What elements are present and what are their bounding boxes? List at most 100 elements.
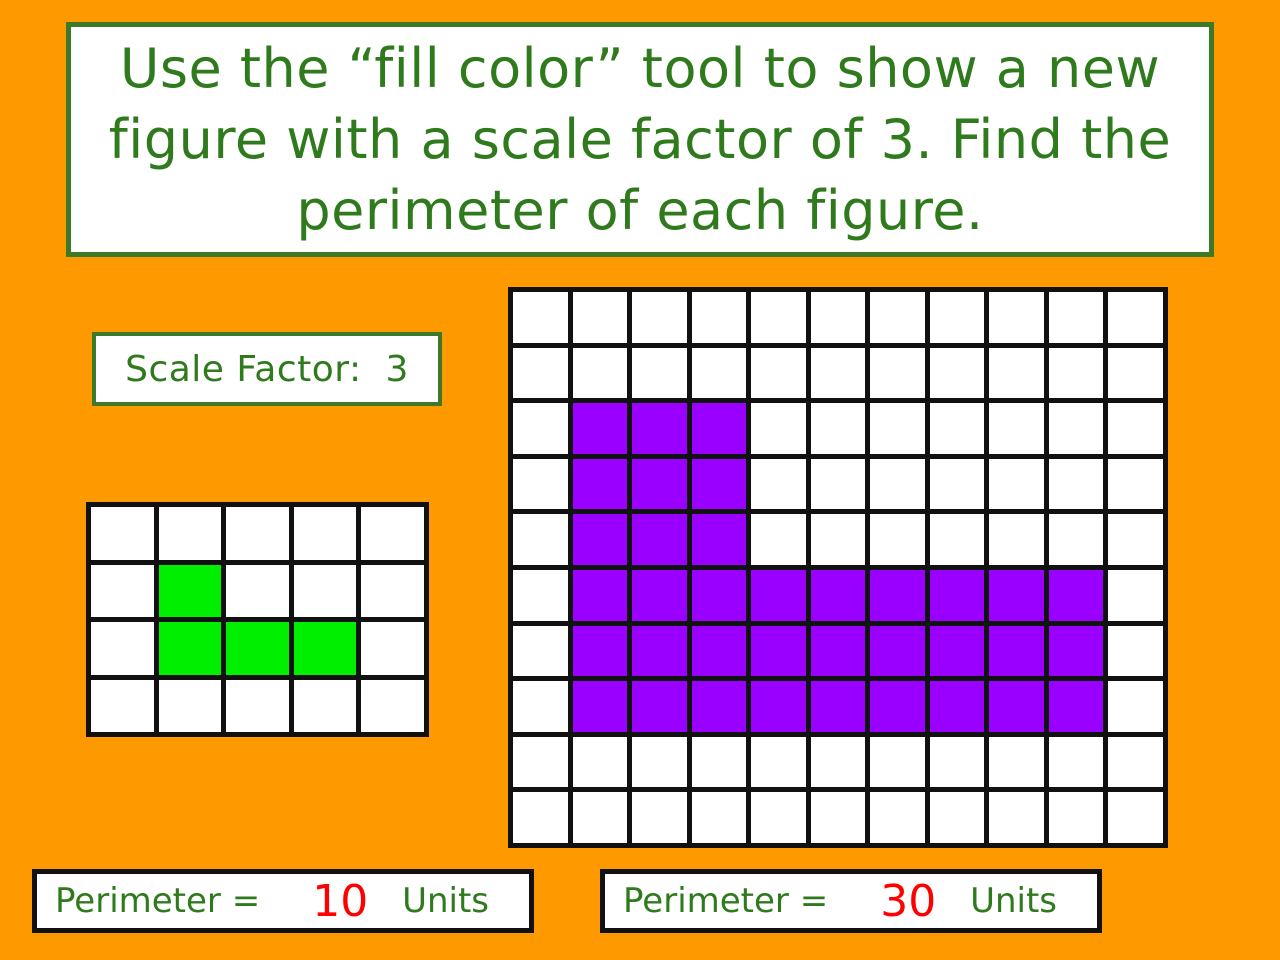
large-figure-cell[interactable] bbox=[513, 514, 568, 565]
large-figure-cell[interactable] bbox=[1108, 292, 1163, 343]
large-figure-cell[interactable] bbox=[513, 347, 568, 399]
large-figure-cell[interactable] bbox=[810, 792, 866, 843]
large-figure-cell[interactable] bbox=[572, 569, 628, 621]
large-figure-cell[interactable] bbox=[691, 569, 747, 621]
large-figure-cell[interactable] bbox=[929, 736, 985, 788]
large-figure-cell[interactable] bbox=[751, 514, 806, 565]
large-figure-cell[interactable] bbox=[751, 347, 806, 399]
large-figure-cell[interactable] bbox=[810, 625, 866, 677]
perimeter-box-small-figure[interactable]: Perimeter = 10 Units bbox=[32, 869, 534, 933]
large-figure-cell[interactable] bbox=[810, 514, 866, 565]
large-figure-cell[interactable] bbox=[929, 292, 985, 343]
large-figure-cell[interactable] bbox=[870, 736, 925, 788]
small-figure-cell[interactable] bbox=[158, 564, 222, 617]
large-figure-cell[interactable] bbox=[1108, 347, 1163, 399]
large-figure-cell[interactable] bbox=[513, 458, 568, 510]
small-figure-cell[interactable] bbox=[91, 507, 154, 560]
large-figure-cell[interactable] bbox=[1048, 403, 1104, 454]
large-figure-cell[interactable] bbox=[1108, 792, 1163, 843]
large-figure-cell[interactable] bbox=[1048, 458, 1104, 510]
large-figure-cell[interactable] bbox=[1108, 736, 1163, 788]
large-figure-cell[interactable] bbox=[691, 292, 747, 343]
large-figure-cell[interactable] bbox=[989, 403, 1044, 454]
large-figure-cell[interactable] bbox=[929, 792, 985, 843]
small-figure-cell[interactable] bbox=[158, 679, 222, 732]
large-figure-cell[interactable] bbox=[989, 458, 1044, 510]
large-figure-cell[interactable] bbox=[989, 625, 1044, 677]
large-figure-cell[interactable] bbox=[691, 347, 747, 399]
large-figure-cell[interactable] bbox=[572, 347, 628, 399]
large-figure-cell[interactable] bbox=[989, 347, 1044, 399]
small-figure-grid[interactable] bbox=[86, 502, 429, 737]
small-figure-cell[interactable] bbox=[158, 507, 222, 560]
large-figure-cell[interactable] bbox=[691, 681, 747, 732]
large-figure-grid[interactable] bbox=[508, 287, 1168, 848]
small-figure-cell[interactable] bbox=[293, 622, 357, 675]
large-figure-cell[interactable] bbox=[632, 347, 687, 399]
large-figure-cell[interactable] bbox=[572, 292, 628, 343]
large-figure-cell[interactable] bbox=[572, 403, 628, 454]
large-figure-cell[interactable] bbox=[870, 403, 925, 454]
small-figure-cell[interactable] bbox=[361, 622, 424, 675]
large-figure-cell[interactable] bbox=[810, 292, 866, 343]
large-figure-cell[interactable] bbox=[513, 792, 568, 843]
large-figure-cell[interactable] bbox=[1108, 514, 1163, 565]
large-figure-cell[interactable] bbox=[810, 458, 866, 510]
large-figure-cell[interactable] bbox=[691, 792, 747, 843]
large-figure-cell[interactable] bbox=[870, 458, 925, 510]
large-figure-cell[interactable] bbox=[929, 681, 985, 732]
large-figure-cell[interactable] bbox=[632, 292, 687, 343]
large-figure-cell[interactable] bbox=[572, 681, 628, 732]
large-figure-cell[interactable] bbox=[751, 792, 806, 843]
large-figure-cell[interactable] bbox=[572, 792, 628, 843]
large-figure-cell[interactable] bbox=[751, 681, 806, 732]
large-figure-cell[interactable] bbox=[1048, 347, 1104, 399]
small-figure-cell[interactable] bbox=[293, 564, 357, 617]
large-figure-cell[interactable] bbox=[1048, 736, 1104, 788]
large-figure-cell[interactable] bbox=[632, 569, 687, 621]
large-figure-cell[interactable] bbox=[870, 792, 925, 843]
large-figure-cell[interactable] bbox=[691, 403, 747, 454]
large-figure-cell[interactable] bbox=[572, 514, 628, 565]
large-figure-cell[interactable] bbox=[870, 681, 925, 732]
large-figure-cell[interactable] bbox=[513, 681, 568, 732]
large-figure-cell[interactable] bbox=[989, 292, 1044, 343]
large-figure-cell[interactable] bbox=[632, 792, 687, 843]
large-figure-cell[interactable] bbox=[1108, 681, 1163, 732]
large-figure-cell[interactable] bbox=[810, 569, 866, 621]
large-figure-cell[interactable] bbox=[870, 625, 925, 677]
large-figure-cell[interactable] bbox=[810, 403, 866, 454]
small-figure-cell[interactable] bbox=[361, 507, 424, 560]
large-figure-cell[interactable] bbox=[870, 347, 925, 399]
large-figure-cell[interactable] bbox=[929, 403, 985, 454]
large-figure-cell[interactable] bbox=[632, 736, 687, 788]
large-figure-cell[interactable] bbox=[810, 681, 866, 732]
small-figure-cell[interactable] bbox=[91, 622, 154, 675]
large-figure-cell[interactable] bbox=[632, 514, 687, 565]
large-figure-cell[interactable] bbox=[632, 403, 687, 454]
perimeter-box-large-figure[interactable]: Perimeter = 30 Units bbox=[600, 869, 1102, 933]
large-figure-cell[interactable] bbox=[691, 458, 747, 510]
small-figure-cell[interactable] bbox=[91, 679, 154, 732]
large-figure-cell[interactable] bbox=[1048, 569, 1104, 621]
large-figure-cell[interactable] bbox=[989, 514, 1044, 565]
large-figure-cell[interactable] bbox=[513, 403, 568, 454]
large-figure-cell[interactable] bbox=[989, 736, 1044, 788]
small-figure-cell[interactable] bbox=[91, 564, 154, 617]
large-figure-cell[interactable] bbox=[513, 625, 568, 677]
large-figure-cell[interactable] bbox=[513, 569, 568, 621]
large-figure-cell[interactable] bbox=[929, 347, 985, 399]
large-figure-cell[interactable] bbox=[513, 292, 568, 343]
small-figure-cell[interactable] bbox=[226, 564, 289, 617]
large-figure-cell[interactable] bbox=[751, 736, 806, 788]
large-figure-cell[interactable] bbox=[1108, 625, 1163, 677]
large-figure-cell[interactable] bbox=[751, 403, 806, 454]
large-figure-cell[interactable] bbox=[691, 514, 747, 565]
large-figure-cell[interactable] bbox=[513, 736, 568, 788]
large-figure-cell[interactable] bbox=[1108, 458, 1163, 510]
large-figure-cell[interactable] bbox=[870, 569, 925, 621]
large-figure-cell[interactable] bbox=[929, 569, 985, 621]
large-figure-cell[interactable] bbox=[632, 681, 687, 732]
large-figure-cell[interactable] bbox=[989, 681, 1044, 732]
large-figure-cell[interactable] bbox=[810, 736, 866, 788]
